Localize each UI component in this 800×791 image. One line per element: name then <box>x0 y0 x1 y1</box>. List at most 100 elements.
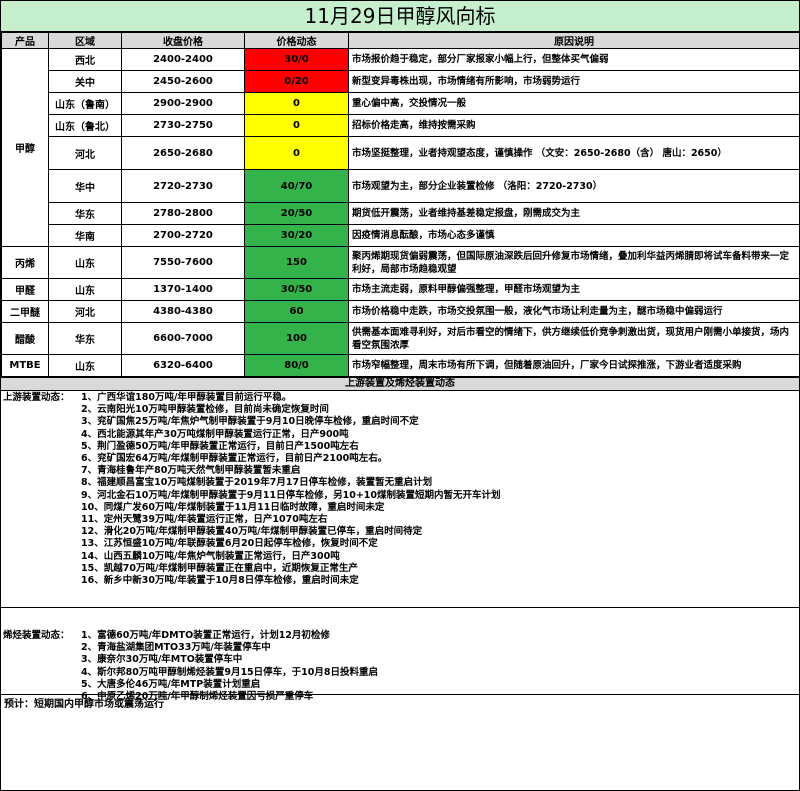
region-cell: 山东 <box>48 278 122 301</box>
price-cell: 7550-7600 <box>121 246 245 279</box>
table-row: 山东（鲁北） 2730-2750 0 招标价格走高，维持按需采购 <box>2 114 800 137</box>
price-cell: 6600-7000 <box>121 322 245 355</box>
reason-cell: 市场主流走弱，原料甲醇偏强整理，甲醛市场观望为主 <box>348 278 800 301</box>
table-row: 华东 2780-2800 20/50 期货低开震荡，业者维持基差稳定报盘，刚需成交为主 <box>2 202 800 225</box>
olefin-section: 烯烃装置动态： 1、富德60万吨/年DMTO装置正常运行，计划12月初检修 2、青… <box>1 608 799 702</box>
region-cell: 河北 <box>48 300 122 323</box>
olefin-list: 1、富德60万吨/年DMTO装置正常运行，计划12月初检修 2、青海盐湖集团MTO… <box>81 630 378 703</box>
reason-cell: 重心偏中高，交投情况一般 <box>348 92 800 115</box>
region-cell: 山东 <box>48 246 122 279</box>
header-price: 收盘价格 <box>121 32 245 49</box>
table-row: 山东（鲁南） 2900-2900 0 重心偏中高，交投情况一般 <box>2 92 800 115</box>
price-cell: 2650-2680 <box>121 136 245 170</box>
reason-cell: 市场观望为主，部分企业装置检修 （洛阳：2720-2730） <box>348 169 800 203</box>
list-item: 5、大唐多伦46万吨/年MTP装置计划重启 <box>81 678 261 690</box>
reason-cell: 市场报价趋于稳定，部分厂家报家小幅上行，但整体买气偏弱 <box>348 48 800 71</box>
table-row: MTBE 山东 6320-6400 80/0 市场窄幅整理，周末市场有所下调，但随着原油… <box>1 354 800 377</box>
list-item: 7、青海桂鲁年产80万吨天然气制甲醇装置暂未重启 <box>81 465 301 477</box>
change-cell: 0 <box>244 136 349 170</box>
list-item: 12、滑化20万吨/年煤制甲醇装置40万吨/年煤制甲醇装置已停车，重启时间待定 <box>81 526 423 538</box>
page-title: 11月29日甲醇风向标 <box>1 1 799 32</box>
change-cell: 0/20 <box>244 70 349 93</box>
region-cell: 华南 <box>48 224 122 247</box>
price-table: 产品 区域 收盘价格 价格动态 原因说明 甲醇 西北 2400-2400 30/0 市场… <box>1 32 800 377</box>
change-cell: 80/0 <box>244 354 349 377</box>
list-item: 13、江苏恒盛10万吨/年联醇装置6月20日起停车检修，恢复时间不定 <box>81 538 378 550</box>
header-change: 价格动态 <box>244 32 349 49</box>
upstream-section: 上游装置动态： 1、广西华谊180万吨/年甲醇装置目前运行平稳。 2、云南阳光10… <box>1 391 799 608</box>
reason-cell: 聚丙烯期现货偏弱震荡，但国际原油深跌后回升修复市场情绪，叠加利华益丙烯腈即将试车… <box>348 246 800 279</box>
list-item: 2、青海盐湖集团MTO33万吨/年装置停车中 <box>81 642 271 654</box>
table-row: 甲醛 山东 1370-1400 30/50 市场主流走弱，原料甲醇偏强整理，甲醛市场观望… <box>1 278 800 301</box>
change-cell: 40/70 <box>244 169 349 203</box>
list-item: 9、河北金石10万吨/年煤制甲醇装置于9月11日停车检修，另10+10煤制装置短… <box>81 489 501 501</box>
list-item: 16、新乡中新30万吨/年装置于10月8日停车检修，重启时间未定 <box>81 575 359 587</box>
olefin-label: 烯烃装置动态： <box>3 630 70 641</box>
price-cell: 2900-2900 <box>121 92 245 115</box>
region-cell: 关中 <box>48 70 122 93</box>
table-row: 二甲醚 河北 4380-4380 60 市场价格稳中走跌，市场交投氛围一般，液化气市场让… <box>1 300 800 323</box>
header-region: 区域 <box>48 32 122 49</box>
change-cell: 100 <box>244 322 349 355</box>
product-cell: 醋酸 <box>1 322 49 355</box>
change-cell: 0 <box>244 114 349 137</box>
region-cell: 华中 <box>48 169 122 203</box>
list-item: 4、斯尔邦80万吨甲醇制烯烃装置9月15日停车，于10月8日投料重启 <box>81 666 378 678</box>
reason-cell: 市场价格稳中走跌，市场交投氛围一般，液化气市场让利走量为主，醚市场稳中偏弱运行 <box>348 300 800 323</box>
price-cell: 4380-4380 <box>121 300 245 323</box>
header-reason: 原因说明 <box>348 32 800 49</box>
price-cell: 6320-6400 <box>121 354 245 377</box>
reason-cell: 因疫情消息酝酿，市场心态多谨慎 <box>348 224 800 247</box>
list-item: 3、兖矿国焦25万吨/年焦炉气制甲醇装置于9月10日晚停车检修，重启时间不定 <box>81 416 419 428</box>
product-cell: 甲醇 <box>1 48 49 247</box>
table-row: 甲醇 西北 2400-2400 30/0 市场报价趋于稳定，部分厂家报家小幅上行，但整体… <box>1 48 800 247</box>
change-cell: 30/50 <box>244 278 349 301</box>
reason-cell: 期货低开震荡，业者维持基差稳定报盘，刚需成交为主 <box>348 202 800 225</box>
header-product: 产品 <box>1 32 49 49</box>
reason-cell: 招标价格走高，维持按需采购 <box>348 114 800 137</box>
region-cell: 山东（鲁北） <box>48 114 122 137</box>
reason-cell: 市场坚挺整理，业者持观望态度，谨慎操作 （文安：2650-2680（含） 唐山：… <box>348 136 800 170</box>
change-cell: 30/20 <box>244 224 349 247</box>
change-cell: 60 <box>244 300 349 323</box>
list-item: 15、凯越70万吨/年煤制甲醇装置正在重启中，近期恢复正常生产 <box>81 562 358 574</box>
upstream-label: 上游装置动态： <box>3 392 70 403</box>
table-row: 华南 2700-2720 30/20 因疫情消息酝酿，市场心态多谨慎 <box>2 224 800 247</box>
list-item: 4、西北能源其年产30万吨煤制甲醇装置运行正常，日产900吨 <box>81 428 349 440</box>
region-cell: 西北 <box>48 48 122 71</box>
list-item: 14、山西五麟10万吨/年焦炉气制装置正常运行，日产300吨 <box>81 550 340 562</box>
reason-cell: 市场窄幅整理，周末市场有所下调，但随着原油回升，厂家今日试探推涨，下游业者适度采… <box>348 354 800 377</box>
product-cell: 二甲醚 <box>1 300 49 323</box>
reason-cell: 新型变异毒株出现，市场情绪有所影响，市场弱势运行 <box>348 70 800 93</box>
region-cell: 华东 <box>48 322 122 355</box>
region-cell: 山东（鲁南） <box>48 92 122 115</box>
change-cell: 0 <box>244 92 349 115</box>
list-item: 6、中原乙烯20万吨/年甲醇制烯烃装置因亏损严重停车 <box>81 691 314 703</box>
price-cell: 2700-2720 <box>121 224 245 247</box>
list-item: 1、广西华谊180万吨/年甲醇装置目前运行平稳。 <box>81 392 292 403</box>
list-item: 8、福建顺昌富宝10万吨煤制装置于2019年7月17日停车检修，装置暂无重启计划 <box>81 477 433 489</box>
price-cell: 2730-2750 <box>121 114 245 137</box>
price-cell: 2720-2730 <box>121 169 245 203</box>
change-cell: 30/0 <box>244 48 349 71</box>
table-row: 华中 2720-2730 40/70 市场观望为主，部分企业装置检修 （洛阳：2720… <box>2 169 800 203</box>
table-row: 关中 2450-2600 0/20 新型变异毒株出现，市场情绪有所影响，市场弱势运行 <box>2 70 800 93</box>
product-cell: 丙烯 <box>1 246 49 279</box>
region-cell: 山东 <box>48 354 122 377</box>
price-cell: 2450-2600 <box>121 70 245 93</box>
price-cell: 2780-2800 <box>121 202 245 225</box>
list-item: 5、荆门盈德50万吨/年甲醇装置正常运行，目前日产1500吨左右 <box>81 440 359 452</box>
table-header-row: 产品 区域 收盘价格 价格动态 原因说明 <box>1 32 800 49</box>
table-row: 丙烯 山东 7550-7600 150 聚丙烯期现货偏弱震荡，但国际原油深跌后回升修复市… <box>1 246 800 279</box>
region-cell: 河北 <box>48 136 122 170</box>
table-row: 河北 2650-2680 0 市场坚挺整理，业者持观望态度，谨慎操作 （文安：2650… <box>2 136 800 170</box>
change-cell: 150 <box>244 246 349 279</box>
list-item: 6、兖矿国宏64万吨/年煤制甲醇装置正常运行，目前日产2100吨左右。 <box>81 453 388 465</box>
list-item: 2、云南阳光10万吨甲醇装置检修，目前尚未确定恢复时间 <box>81 404 329 416</box>
price-cell: 2400-2400 <box>121 48 245 71</box>
list-item: 3、康奈尔30万吨/年MTO装置停车中 <box>81 654 243 666</box>
price-cell: 1370-1400 <box>121 278 245 301</box>
upstream-list: 1、广西华谊180万吨/年甲醇装置目前运行平稳。 2、云南阳光10万吨甲醇装置检修… <box>81 392 501 587</box>
region-cell: 华东 <box>48 202 122 225</box>
product-cell: MTBE <box>1 354 49 377</box>
